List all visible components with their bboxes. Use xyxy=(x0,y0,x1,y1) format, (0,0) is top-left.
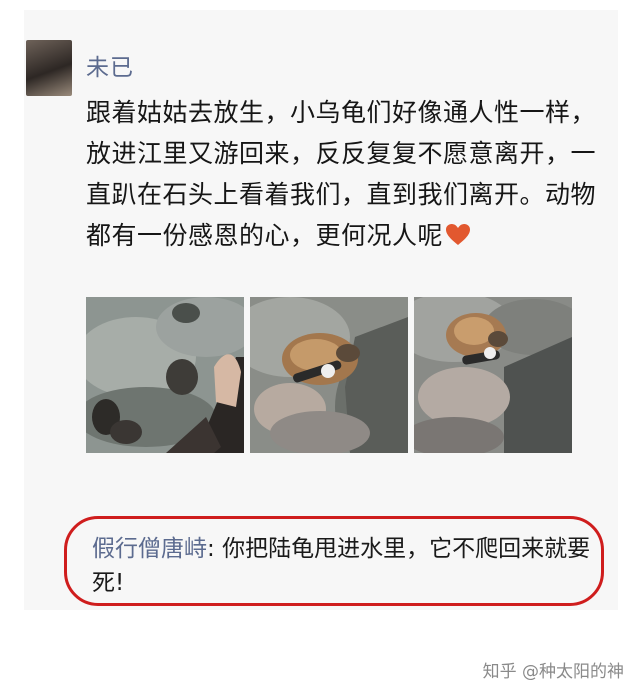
comment-separator: : xyxy=(207,536,223,562)
turtle-photo-2[interactable] xyxy=(250,297,408,453)
comment-author[interactable]: 假行僧唐峙 xyxy=(92,536,207,562)
watermark: 知乎 @种太阳的神 xyxy=(482,662,624,682)
post-author-name[interactable]: 未已 xyxy=(86,48,134,82)
turtle-photo-3[interactable] xyxy=(414,297,572,453)
post-body: 跟着姑姑去放生，小乌龟们好像通人性一样，放进江里又游回来，反反复复不愿意离开，一… xyxy=(86,92,601,256)
post-text: 跟着姑姑去放生，小乌龟们好像通人性一样，放进江里又游回来，反反复复不愿意离开，一… xyxy=(86,98,597,250)
avatar[interactable] xyxy=(26,40,72,96)
turtle-photo-1[interactable] xyxy=(86,297,244,453)
heart-emoji-icon xyxy=(446,224,471,245)
comment: 假行僧唐峙: 你把陆龟甩进水里，它不爬回来就要死! xyxy=(92,532,592,600)
